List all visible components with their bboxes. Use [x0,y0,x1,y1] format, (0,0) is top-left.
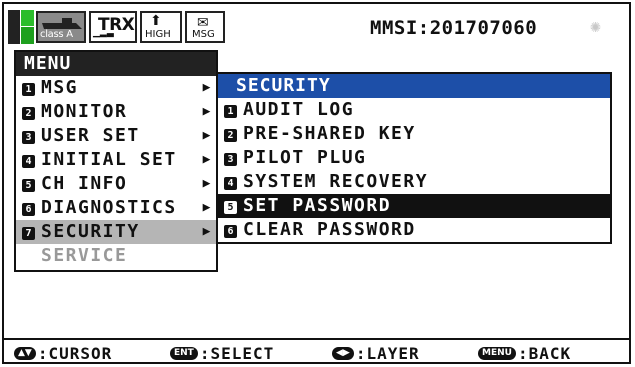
chevron-right-icon: ▶ [202,224,212,239]
submenu-item-clear-password[interactable]: 6 CLEAR PASSWORD [218,218,610,242]
hint-layer: ◀▶ :LAYER [332,344,420,363]
trx-label: TRX [98,15,135,35]
high-label: HIGH [145,29,171,40]
menu-item-user-set[interactable]: 3 USER SET ▶ [16,124,216,148]
high-power-icon: ⬆︎ HIGH [140,11,182,43]
menu-item-msg[interactable]: 1 MSG ▶ [16,76,216,100]
security-submenu: SECURITY 1 AUDIT LOG 2 PRE-SHARED KEY 3 PIL… [216,72,612,244]
busy-spinner-icon: ✺ [590,16,601,37]
chevron-right-icon: ▶ [202,152,212,167]
menu-item-monitor[interactable]: 2 MONITOR ▶ [16,100,216,124]
submenu-item-set-password[interactable]: 5 SET PASSWORD [218,194,610,218]
submenu-item-audit-log[interactable]: 1 AUDIT LOG [218,98,610,122]
menu-title: MENU [16,52,216,76]
message-icon: ✉ MSG [185,11,225,43]
chevron-right-icon: ▶ [202,200,212,215]
menu-item-initial-set[interactable]: 4 INITIAL SET ▶ [16,148,216,172]
menu-key-icon: MENU [478,347,516,360]
cursor-key-icon: ▲▼ [14,347,36,360]
menu-item-ch-info[interactable]: 5 CH INFO ▶ [16,172,216,196]
enter-key-icon: ENT [170,347,198,360]
chevron-right-icon: ▶ [202,80,212,95]
msg-label: MSG [192,29,215,40]
submenu-item-system-recovery[interactable]: 4 SYSTEM RECOVERY [218,170,610,194]
menu-item-diagnostics[interactable]: 6 DIAGNOSTICS ▶ [16,196,216,220]
chevron-right-icon: ▶ [202,128,212,143]
submenu-title: SECURITY [218,74,610,98]
main-menu: MENU 1 MSG ▶ 2 MONITOR ▶ 3 USER SET ▶ 4 INITIAL… [14,50,218,272]
class-label: class A [40,29,73,40]
trx-icon: ▁▂▃ TRX [89,11,137,43]
submenu-item-pre-shared-key[interactable]: 2 PRE-SHARED KEY [218,122,610,146]
chevron-right-icon: ▶ [202,176,212,191]
signal-strength-icon [8,10,34,44]
menu-item-service: SERVICE [41,245,128,266]
class-a-ship-icon: class A [36,11,86,43]
hint-cursor: ▲▼ :CURSOR [14,344,112,363]
chevron-right-icon: ▶ [202,104,212,119]
layer-key-icon: ◀▶ [332,347,354,360]
status-bar: class A ▁▂▃ TRX ⬆︎ HIGH ✉ MSG [8,10,228,44]
mmsi-readout: MMSI:201707060 [370,17,538,39]
ais-display: class A ▁▂▃ TRX ⬆︎ HIGH ✉ MSG MMSI:20170… [0,0,635,367]
hint-select: ENT :SELECT [170,344,274,363]
submenu-item-pilot-plug[interactable]: 3 PILOT PLUG [218,146,610,170]
menu-item-security[interactable]: 7 SECURITY ▶ [16,220,216,244]
hint-back: MENU :BACK [478,344,571,363]
